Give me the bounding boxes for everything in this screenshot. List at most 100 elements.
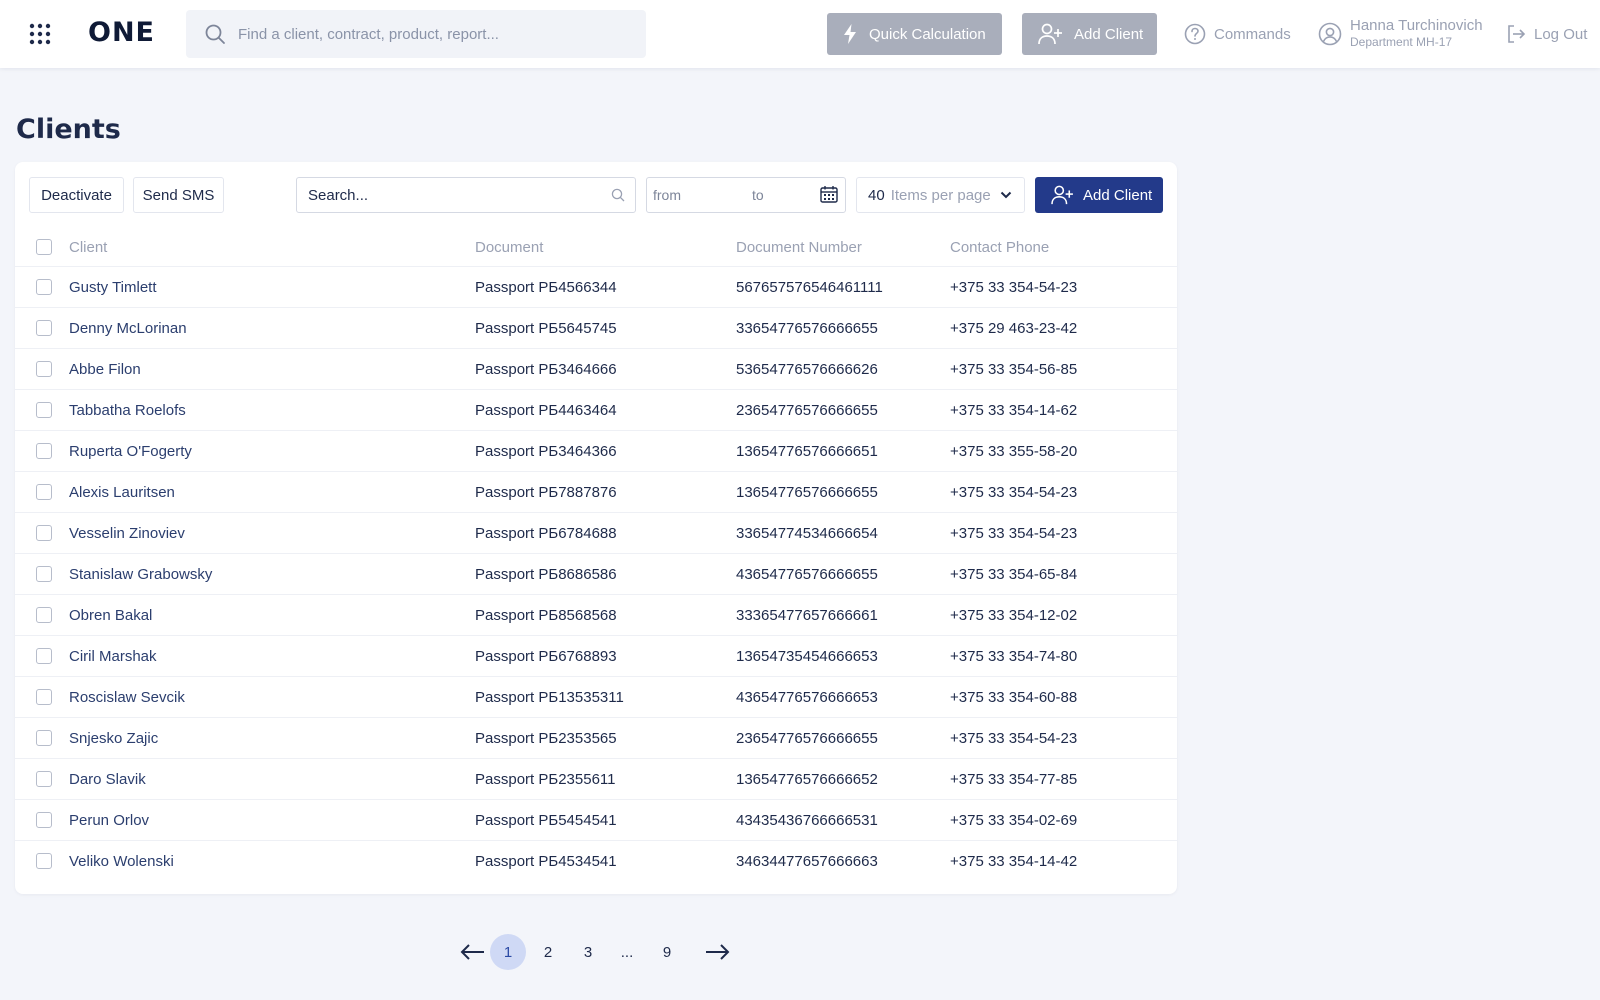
document-number-cell: 43654776576666653	[736, 688, 878, 706]
row-checkbox[interactable]	[36, 484, 52, 500]
client-name[interactable]: Gusty Timlett	[69, 279, 157, 296]
client-name[interactable]: Perun Orlov	[69, 812, 149, 829]
contact-phone-cell: +375 33 354-54-23	[950, 278, 1078, 296]
column-header-contact-phone[interactable]: Contact Phone	[950, 239, 1049, 256]
table-row[interactable]: Ciril Marshak Passport PБ6768893 136547354…	[15, 635, 1177, 676]
column-header-document-number[interactable]: Document Number	[736, 239, 862, 256]
apps-grid-icon[interactable]	[28, 22, 52, 46]
calendar-icon[interactable]	[820, 185, 838, 203]
table-toolbar: Deactivate Send SMS from to	[15, 162, 1177, 228]
global-search[interactable]	[186, 10, 646, 58]
user-profile[interactable]: Hanna Turchinovich Department MH-17	[1318, 16, 1483, 52]
search-icon	[205, 24, 225, 44]
row-checkbox[interactable]	[36, 607, 52, 623]
logout-label: Log Out	[1534, 25, 1588, 43]
table-row[interactable]: Abbe Filon Passport PБ3464666 536547765766…	[15, 348, 1177, 389]
client-name[interactable]: Vesselin Zinoviev	[69, 525, 185, 542]
client-name[interactable]: Alexis Lauritsen	[69, 484, 175, 501]
commands-link[interactable]: Commands	[1184, 20, 1291, 48]
table-row[interactable]: Veliko Wolenski Passport PБ4534541 3463447…	[15, 840, 1177, 881]
add-user-icon	[1038, 23, 1062, 45]
contact-phone-cell: +375 29 463-23-42	[950, 319, 1078, 337]
logout-link[interactable]: Log Out	[1506, 20, 1587, 48]
send-sms-button[interactable]: Send SMS	[133, 177, 224, 213]
row-checkbox[interactable]	[36, 853, 52, 869]
client-name[interactable]: Ciril Marshak	[69, 648, 157, 665]
client-name[interactable]: Obren Bakal	[69, 607, 152, 624]
client-name[interactable]: Abbe Filon	[69, 361, 141, 378]
row-checkbox[interactable]	[36, 566, 52, 582]
top-bar: ONE Quick Calculation Add Client Command…	[0, 0, 1600, 68]
table-row[interactable]: Ruperta O'Fogerty Passport PБ3464366 13654…	[15, 430, 1177, 471]
contact-phone-cell: +375 33 354-02-69	[950, 811, 1078, 829]
client-name[interactable]: Tabbatha Roelofs	[69, 402, 186, 419]
table-row[interactable]: Tabbatha Roelofs Passport PБ4463464 236547…	[15, 389, 1177, 430]
row-checkbox[interactable]	[36, 279, 52, 295]
client-name[interactable]: Stanislaw Grabowsky	[69, 566, 212, 583]
table-header: Client Document Document Number Contact …	[15, 228, 1177, 266]
row-checkbox[interactable]	[36, 443, 52, 459]
date-range-filter[interactable]: from to	[646, 177, 846, 213]
contact-phone-cell: +375 33 354-77-85	[950, 770, 1078, 788]
table-search[interactable]	[296, 177, 636, 213]
page-number[interactable]: 3	[570, 934, 606, 970]
table-search-input[interactable]	[308, 186, 598, 204]
search-icon	[611, 188, 625, 202]
client-name[interactable]: Snjesko Zajic	[69, 730, 158, 747]
app-logo[interactable]: ONE	[88, 17, 155, 48]
document-number-cell: 53654776576666626	[736, 360, 878, 378]
arrow-right-icon[interactable]	[704, 942, 730, 962]
table-row[interactable]: Perun Orlov Passport PБ5454541 43435436766…	[15, 799, 1177, 840]
client-name[interactable]: Roscislaw Sevcik	[69, 689, 185, 706]
row-checkbox[interactable]	[36, 402, 52, 418]
row-checkbox[interactable]	[36, 525, 52, 541]
arrow-left-icon[interactable]	[460, 942, 486, 962]
contact-phone-cell: +375 33 354-65-84	[950, 565, 1078, 583]
document-number-cell: 43435436766666531	[736, 811, 878, 829]
row-checkbox[interactable]	[36, 812, 52, 828]
page-number[interactable]: 1	[490, 934, 526, 970]
add-client-button[interactable]: Add Client	[1035, 177, 1163, 213]
contact-phone-cell: +375 33 354-14-42	[950, 852, 1078, 870]
row-checkbox[interactable]	[36, 648, 52, 664]
header-add-client-label: Add Client	[1074, 25, 1144, 43]
table-row[interactable]: Stanislaw Grabowsky Passport PБ8686586 436…	[15, 553, 1177, 594]
client-name[interactable]: Daro Slavik	[69, 771, 146, 788]
page-number[interactable]: 9	[649, 934, 685, 970]
document-number-cell: 33654776576666655	[736, 319, 878, 337]
table-row[interactable]: Vesselin Zinoviev Passport PБ6784688 33654…	[15, 512, 1177, 553]
table-row[interactable]: Roscislaw Sevcik Passport PБ13535311 43654…	[15, 676, 1177, 717]
table-row[interactable]: Gusty Timlett Passport PБ4566344 567657576…	[15, 266, 1177, 307]
global-search-input[interactable]	[238, 25, 638, 43]
column-header-client[interactable]: Client	[69, 239, 107, 256]
client-name[interactable]: Veliko Wolenski	[69, 853, 174, 870]
table-row[interactable]: Daro Slavik Passport PБ2355611 13654776576…	[15, 758, 1177, 799]
document-cell: Passport PБ7887876	[475, 483, 617, 501]
date-from-field[interactable]: from	[653, 178, 743, 212]
quick-calculation-button[interactable]: Quick Calculation	[827, 13, 1002, 55]
document-number-cell: 13654776576666652	[736, 770, 878, 788]
table-row[interactable]: Obren Bakal Passport PБ8568568 33365477657…	[15, 594, 1177, 635]
row-checkbox[interactable]	[36, 361, 52, 377]
document-number-cell: 23654776576666655	[736, 401, 878, 419]
header-add-client-button[interactable]: Add Client	[1022, 13, 1157, 55]
date-to-field[interactable]: to	[752, 178, 812, 212]
deactivate-button[interactable]: Deactivate	[29, 177, 124, 213]
select-all-checkbox[interactable]	[36, 239, 52, 255]
row-checkbox[interactable]	[36, 771, 52, 787]
table-row[interactable]: Snjesko Zajic Passport PБ2353565 236547765…	[15, 717, 1177, 758]
document-number-cell: 13654735454666653	[736, 647, 878, 665]
items-per-page-select[interactable]: 40 Items per page	[856, 177, 1025, 213]
column-header-document[interactable]: Document	[475, 239, 543, 256]
row-checkbox[interactable]	[36, 689, 52, 705]
items-per-page-value: 40	[868, 186, 885, 204]
table-row[interactable]: Alexis Lauritsen Passport PБ7887876 136547…	[15, 471, 1177, 512]
client-name[interactable]: Ruperta O'Fogerty	[69, 443, 192, 460]
row-checkbox[interactable]	[36, 730, 52, 746]
document-cell: Passport PБ5454541	[475, 811, 617, 829]
row-checkbox[interactable]	[36, 320, 52, 336]
items-per-page-label: Items per page	[890, 186, 991, 204]
table-row[interactable]: Denny McLorinan Passport PБ5645745 3365477…	[15, 307, 1177, 348]
client-name[interactable]: Denny McLorinan	[69, 320, 187, 337]
page-number[interactable]: 2	[530, 934, 566, 970]
